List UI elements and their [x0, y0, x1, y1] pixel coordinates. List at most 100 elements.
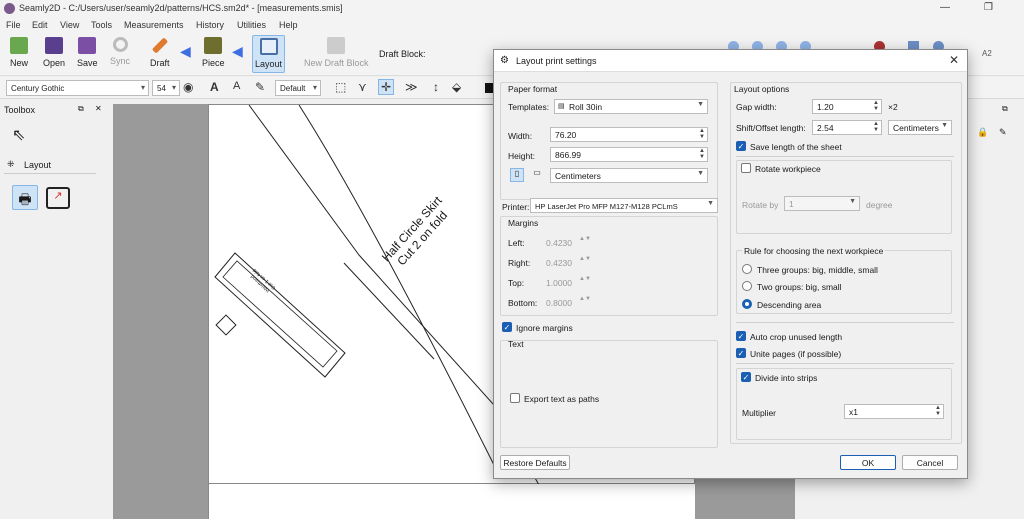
select-tool-icon[interactable]: ⬚: [335, 80, 346, 94]
separator-2: [736, 322, 954, 323]
float-icon-right[interactable]: ⧉: [1002, 104, 1008, 114]
menu-history[interactable]: History: [196, 20, 224, 30]
portrait-icon[interactable]: ▯: [510, 168, 524, 182]
height-spinner[interactable]: ▲ ▼: [697, 148, 707, 161]
vertical-arrow-icon[interactable]: ↕: [433, 80, 439, 94]
shift-length-field[interactable]: 2.54 ▲ ▼: [812, 120, 882, 135]
rule-two-groups-radio[interactable]: [742, 281, 752, 291]
roll-icon: ▤: [558, 103, 565, 110]
templates-select[interactable]: Roll 30in ▼: [554, 99, 708, 114]
multiplier-field[interactable]: x1 ▲ ▼: [844, 404, 944, 419]
margin-top-spinner[interactable]: ▲▼: [579, 276, 591, 282]
color-swatch[interactable]: [485, 83, 493, 93]
divide-strips-label: Divide into strips: [755, 373, 818, 383]
rule-three-groups-radio[interactable]: [742, 264, 752, 274]
margin-right-spinner[interactable]: ▲▼: [579, 256, 591, 262]
ignore-margins-checkbox[interactable]: ✓: [502, 322, 512, 332]
margin-left-value[interactable]: 0.4230: [546, 238, 572, 248]
restore-defaults-button[interactable]: Restore Defaults: [500, 455, 570, 470]
font-size-combo[interactable]: 54 ▾: [152, 80, 180, 96]
export-layout-icon[interactable]: ↗: [46, 187, 70, 209]
margin-right-value[interactable]: 0.4230: [546, 258, 572, 268]
font-italic-icon[interactable]: A: [233, 80, 240, 92]
double-chevron-icon[interactable]: ≫: [405, 80, 418, 94]
export-text-checkbox[interactable]: [510, 393, 520, 403]
width-field[interactable]: 76.20 ▲ ▼: [550, 127, 708, 142]
rotate-by-label: Rotate by: [742, 200, 779, 210]
rotate-workpiece-label: Rotate workpiece: [755, 164, 821, 174]
lock-icon[interactable]: 🔒: [977, 127, 988, 138]
paper-format-title: Paper format: [508, 84, 558, 94]
height-field[interactable]: 866.99 ▲ ▼: [550, 147, 708, 162]
line-style-combo[interactable]: Default ▾: [275, 80, 321, 96]
pointer-icon[interactable]: ⇖: [12, 125, 25, 145]
landscape-icon[interactable]: ▭: [530, 168, 544, 182]
crosshair-icon[interactable]: ✛: [378, 79, 395, 95]
save-button[interactable]: Save: [77, 37, 98, 68]
save-icon: [78, 37, 97, 54]
rule-descending-area-radio[interactable]: [742, 299, 752, 309]
chevron-down-icon: ▼: [697, 170, 704, 177]
gap-width-spinner[interactable]: ▲ ▼: [871, 100, 881, 113]
menu-file[interactable]: File: [6, 20, 21, 30]
rotate-by-select[interactable]: 1 ▼: [784, 196, 860, 211]
open-button[interactable]: Open: [43, 37, 65, 68]
margin-bottom-label: Bottom:: [508, 298, 538, 308]
restore-icon[interactable]: ❐: [984, 2, 993, 13]
menu-measurements[interactable]: Measurements: [124, 20, 184, 30]
waistband-inner: [222, 260, 338, 368]
margin-bottom-spinner[interactable]: ▲▼: [579, 296, 591, 302]
multiplier-spinner[interactable]: ▲ ▼: [933, 405, 943, 418]
cancel-button[interactable]: Cancel: [902, 455, 958, 470]
save-length-checkbox[interactable]: ✓: [736, 141, 746, 151]
new-draft-block-button[interactable]: New Draft Block: [304, 37, 369, 68]
layout-options-title: Layout options: [734, 84, 790, 94]
curve-tool-icon[interactable]: ⋎: [358, 80, 367, 94]
draft-mode-button[interactable]: Draft: [150, 37, 170, 68]
unite-pages-label: Unite pages (if possible): [750, 349, 842, 359]
divide-strips-checkbox[interactable]: ✓: [741, 372, 751, 382]
margin-top-value[interactable]: 1.0000: [546, 278, 572, 288]
menu-edit[interactable]: Edit: [32, 20, 48, 30]
float-icon[interactable]: ⧉: [78, 104, 84, 114]
margin-top-label: Top:: [508, 278, 525, 288]
margin-left-spinner[interactable]: ▲▼: [579, 236, 591, 242]
unite-pages-checkbox[interactable]: ✓: [736, 348, 746, 358]
gap-width-field[interactable]: 1.20 ▲ ▼: [812, 99, 882, 114]
printer-select[interactable]: HP LaserJet Pro MFP M127-M128 PCLmS ▼: [530, 198, 718, 213]
tag-icon[interactable]: ⬙: [452, 80, 461, 94]
margin-bottom-value[interactable]: 0.8000: [546, 298, 572, 308]
width-spinner[interactable]: ▲ ▼: [697, 128, 707, 141]
paper-size-label: A2: [982, 49, 992, 58]
sync-button[interactable]: Sync: [110, 37, 130, 66]
eye-icon[interactable]: ◉: [183, 80, 193, 94]
menu-tools[interactable]: Tools: [91, 20, 112, 30]
layout-group-icon: ⁜: [7, 159, 15, 169]
menu-view[interactable]: View: [60, 20, 79, 30]
piece-mode-button[interactable]: Piece: [202, 37, 225, 68]
dialog-app-icon: ⚙: [500, 55, 509, 66]
ok-button[interactable]: OK: [840, 455, 896, 470]
chevron-down-icon: ▾: [140, 83, 145, 92]
font-bold-icon[interactable]: A: [210, 80, 219, 94]
menu-help[interactable]: Help: [279, 20, 298, 30]
minimize-icon[interactable]: —: [940, 2, 950, 13]
grainline: [343, 262, 435, 360]
close-icon[interactable]: ✕: [949, 53, 959, 67]
auto-crop-checkbox[interactable]: ✓: [736, 331, 746, 341]
edit-icon[interactable]: ✎: [999, 127, 1007, 138]
paper-units-select[interactable]: Centimeters ▼: [550, 168, 708, 183]
text-style-icon[interactable]: ✎: [255, 80, 265, 94]
toolbox-panel: Toolbox ⧉ ✕ ⇖ ⁜ Layout 🖶 ↗: [0, 101, 108, 519]
new-button[interactable]: New: [10, 37, 28, 68]
rotate-workpiece-checkbox[interactable]: [741, 163, 751, 173]
layout-mode-button[interactable]: Layout: [252, 35, 286, 73]
shift-units-select[interactable]: Centimeters ▼: [888, 120, 952, 135]
close-icon[interactable]: ✕: [95, 104, 102, 113]
menu-utilities[interactable]: Utilities: [237, 20, 266, 30]
width-label: Width:: [508, 131, 533, 141]
shift-length-spinner[interactable]: ▲ ▼: [871, 121, 881, 134]
layout-tool-group[interactable]: ⁜ Layout: [4, 156, 96, 174]
print-layout-icon[interactable]: 🖶: [12, 185, 38, 210]
font-family-combo[interactable]: Century Gothic ▾: [6, 80, 149, 96]
